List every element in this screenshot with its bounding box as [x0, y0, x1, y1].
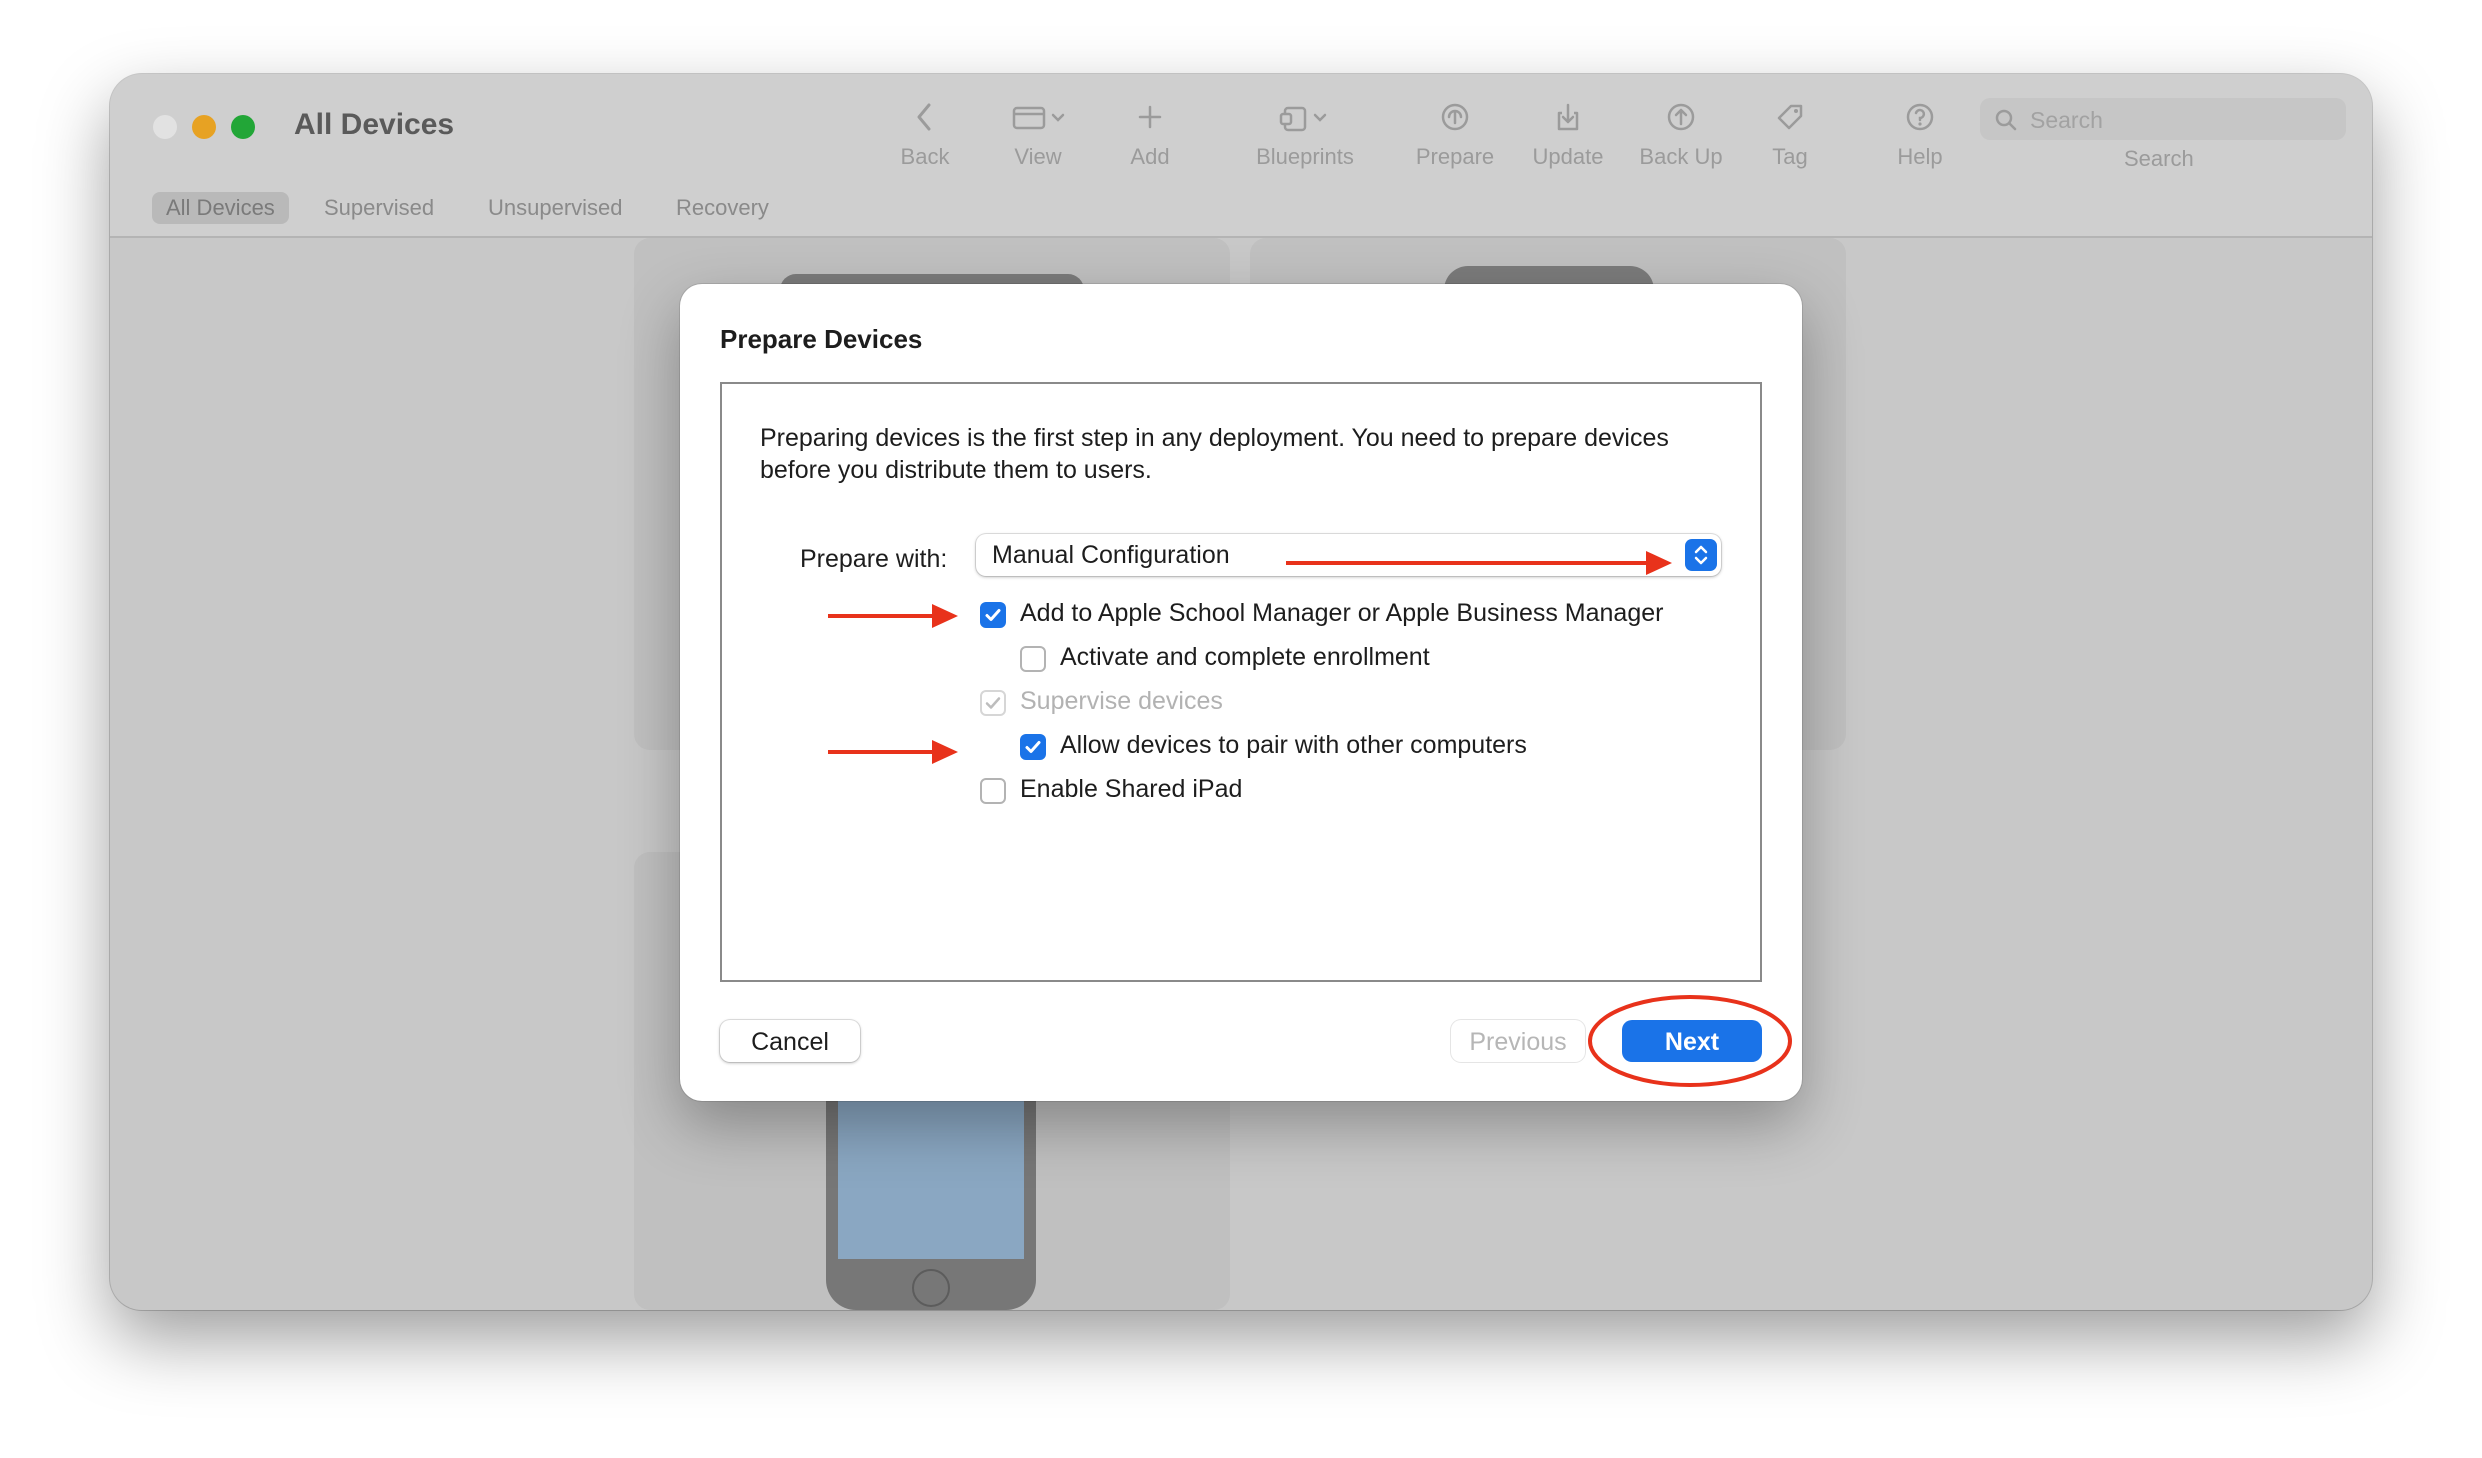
annotation-circle: [1588, 995, 1792, 1087]
annotation-arrow: [828, 740, 958, 764]
annotation-arrow: [1286, 551, 1672, 575]
annotation-overlay: [828, 551, 1792, 1087]
annotation-arrow: [828, 604, 958, 628]
